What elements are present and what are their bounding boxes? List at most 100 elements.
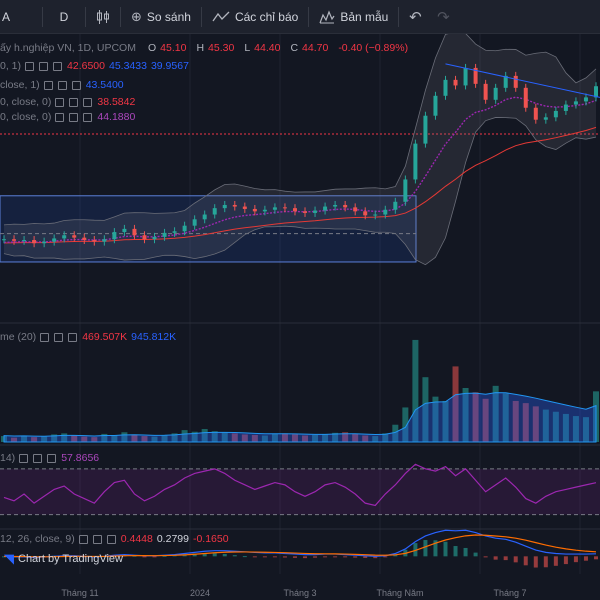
toolbar-divider (308, 6, 310, 27)
candle-body (232, 204, 237, 207)
candle-body (523, 87, 528, 108)
templates-button[interactable]: Bản mẫu (311, 0, 396, 34)
candle-body (513, 75, 518, 88)
visibility-toggle-icon[interactable] (19, 453, 29, 463)
settings-icon[interactable] (57, 80, 67, 90)
candle-body (483, 83, 488, 100)
macd-histogram-bar (333, 556, 338, 558)
attribution-text: Chart by TradingView (18, 553, 123, 565)
visibility-toggle-icon[interactable] (40, 332, 50, 342)
settings-icon[interactable] (69, 112, 79, 122)
visibility-toggle-icon[interactable] (55, 112, 65, 122)
indicator-name: 14) (0, 452, 16, 464)
macd-histogram-bar (272, 556, 277, 558)
undo-button[interactable]: ↶ (401, 0, 429, 34)
indicator-value: 45.3433 (108, 60, 147, 72)
remove-icon[interactable] (47, 453, 57, 463)
templates-icon (319, 9, 335, 23)
macd-histogram-bar (262, 556, 267, 558)
macd-histogram-bar (563, 556, 568, 565)
candle-body (313, 210, 318, 213)
indicator-legend-bb: 0, 1) 42.6500 45.3433 39.9567 (0, 60, 189, 72)
remove-icon[interactable] (71, 80, 81, 90)
candle-body (122, 228, 127, 233)
interval-label: D (59, 9, 69, 24)
chart-style-button[interactable] (88, 0, 118, 34)
macd-histogram-bar (383, 556, 388, 558)
settings-icon[interactable] (39, 61, 49, 71)
close-label: C (290, 42, 299, 54)
candle-body (323, 206, 328, 211)
candle-body (132, 228, 137, 236)
macd-histogram-bar (583, 556, 588, 561)
rsi-band (0, 468, 600, 515)
macd-value: 0.4448 (120, 533, 153, 545)
settings-icon[interactable] (33, 453, 43, 463)
indicator-name: 0, 1) (0, 60, 22, 72)
redo-button[interactable]: ↷ (429, 0, 457, 34)
indicators-button[interactable]: Các chỉ báo (204, 0, 306, 34)
remove-icon[interactable] (83, 112, 93, 122)
remove-icon[interactable] (106, 534, 116, 544)
candle-body (242, 206, 247, 209)
volume-value: 469.507K (82, 331, 128, 343)
macd-histogram-bar (493, 556, 498, 560)
tradingview-attribution-link[interactable]: ◥ Chart by TradingView (4, 551, 123, 567)
time-axis-label: Tháng Năm (376, 588, 423, 598)
settings-icon[interactable] (54, 332, 64, 342)
macd-histogram-bar (513, 556, 518, 563)
macd-histogram-bar (142, 556, 147, 558)
visibility-toggle-icon[interactable] (55, 97, 65, 107)
candle-body (553, 110, 558, 118)
macd-legend: 12, 26, close, 9) 0.4448 0.2799 -0.1650 (0, 533, 229, 545)
visibility-toggle-icon[interactable] (25, 61, 35, 71)
tradingview-logo-icon: ◥ (4, 551, 14, 566)
templates-label: Bản mẫu (340, 9, 389, 24)
macd-histogram-bar (303, 556, 308, 559)
macd-histogram-bar (343, 556, 348, 558)
symbol-search[interactable]: A (0, 0, 40, 34)
macd-histogram-bar (232, 555, 237, 557)
candle-body (262, 209, 267, 212)
candle-body (563, 104, 568, 111)
macd-histogram-bar (463, 547, 468, 557)
visibility-toggle-icon[interactable] (78, 534, 88, 544)
macd-signal-value: 0.2799 (156, 533, 189, 545)
candle-body (433, 95, 438, 116)
candle-body (343, 204, 348, 208)
macd-histogram-bar (252, 556, 257, 558)
candle-body (72, 235, 77, 238)
symbol-title: ấy h.nghiệp VN, 1D, UPCOM (0, 42, 136, 54)
interval-button[interactable]: D (45, 0, 83, 34)
candle-body (202, 214, 207, 220)
time-axis-label: Tháng 11 (61, 588, 98, 598)
visibility-toggle-icon[interactable] (43, 80, 53, 90)
indicators-label: Các chỉ báo (234, 9, 299, 24)
remove-icon[interactable] (83, 97, 93, 107)
indicator-name: close, 1) (0, 79, 40, 91)
remove-icon[interactable] (53, 61, 63, 71)
candle-body (413, 143, 418, 180)
candle-body (373, 214, 378, 216)
remove-icon[interactable] (68, 332, 78, 342)
candle-body (443, 79, 448, 96)
candle-body (383, 209, 388, 215)
indicator-name: 0, close, 0) (0, 96, 52, 108)
macd-histogram-bar (573, 556, 578, 563)
macd-histogram-bar (212, 553, 217, 557)
candle-body (152, 236, 157, 240)
macd-histogram-bar (363, 556, 368, 558)
time-axis-label: Tháng 3 (283, 588, 316, 598)
macd-histogram-bar (443, 541, 448, 557)
settings-icon[interactable] (69, 97, 79, 107)
compare-button[interactable]: ⊕ So sánh (123, 0, 199, 34)
low-value: 44.40 (254, 42, 281, 54)
macd-histogram-bar (533, 556, 538, 568)
candle-body (142, 235, 147, 240)
candle-body (92, 240, 97, 242)
top-toolbar: A D ⊕ So sánh Các chỉ báo Bản mẫu ↶ ↷ (0, 0, 600, 34)
candle-body (182, 225, 187, 232)
candle-body (2, 239, 6, 241)
settings-icon[interactable] (92, 534, 102, 544)
macd-histogram-bar (423, 540, 428, 557)
